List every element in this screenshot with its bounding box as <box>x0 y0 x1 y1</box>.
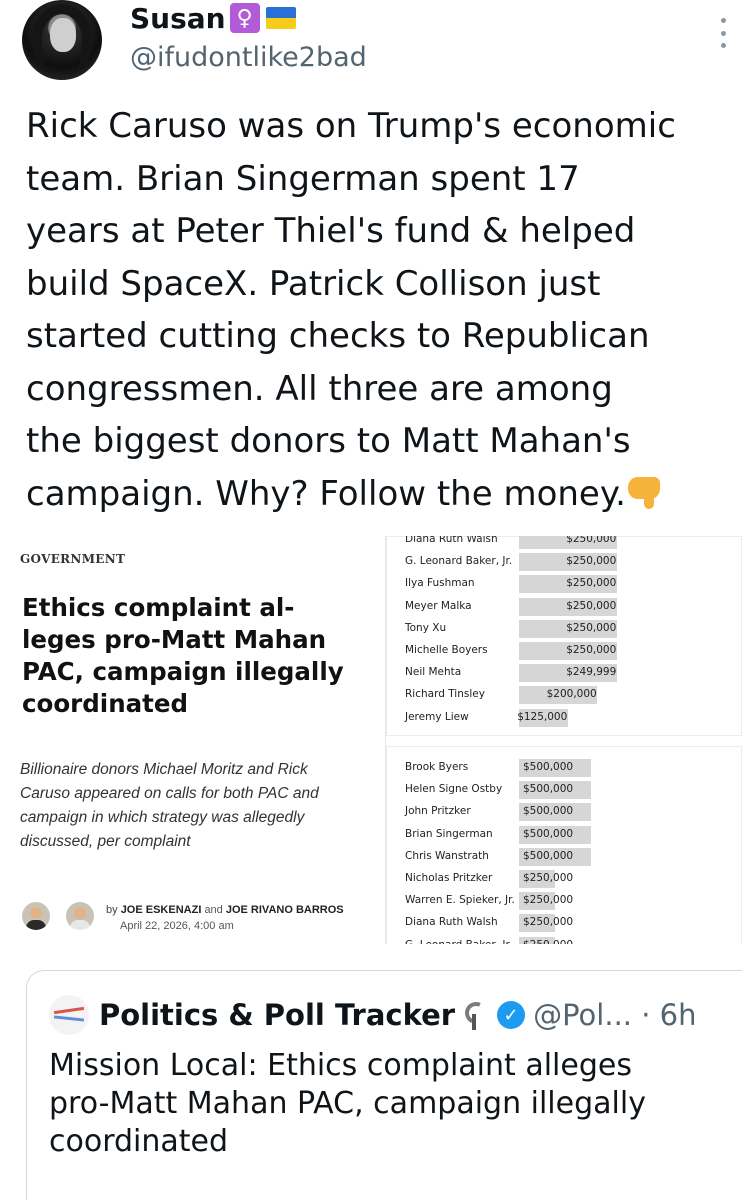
quoted-handle-time: @Pol... · 6h <box>533 998 697 1032</box>
donor-row: Tony Xu $250,000 <box>405 618 725 640</box>
donor-name: Chris Wanstrath <box>405 849 489 862</box>
donor-row: Jeremy Liew $125,000 <box>405 707 725 729</box>
author-name-row: Susan ♀ <box>130 0 296 36</box>
donor-name: Helen Signe Ostby <box>405 783 503 796</box>
donor-name: Richard Tinsley <box>405 688 485 701</box>
donor-row: Diana Ruth Walsh $250,000 <box>405 912 725 934</box>
donor-name: Tony Xu <box>405 621 447 634</box>
article-headline: Ethics complaint al- leges pro-Matt Maha… <box>22 593 344 718</box>
tweet-header: Susan ♀ @ifudontlike2bad <box>0 0 742 90</box>
more-options-icon[interactable] <box>718 18 728 48</box>
donor-row: Richard Tinsley $200,000 <box>405 684 725 706</box>
donor-name: Brook Byers <box>405 761 469 773</box>
quoted-avatar <box>49 995 89 1035</box>
article-subhead: Billionaire donors Michael Moritz and Ri… <box>20 761 319 850</box>
donor-amount: $200,000 <box>546 688 597 701</box>
quoted-tweet[interactable]: Politics & Poll Tracker ✓ @Pol... · 6h M… <box>26 970 742 1200</box>
donor-row: Ilya Fushman $250,000 <box>405 573 725 595</box>
donor-row: G. Leonard Baker, Jr. $250,000 <box>405 935 725 944</box>
donor-amount: $500,000 <box>523 849 574 862</box>
donor-name: Warren E. Spieker, Jr. <box>405 894 515 907</box>
pointing-down-hand-icon <box>626 473 666 509</box>
author-handle[interactable]: @ifudontlike2bad <box>130 42 367 73</box>
donor-row: Michelle Boyers $250,000 <box>405 640 725 662</box>
donor-name: John Pritzker <box>405 805 471 818</box>
quoted-tweet-text: Mission Local: Ethics complaint alleges … <box>49 1048 646 1159</box>
donor-row: Neil Mehta $249,999 <box>405 662 725 684</box>
donor-row: Helen Signe Ostby $500,000 <box>405 779 725 801</box>
donor-amount: $500,000 <box>523 761 574 773</box>
article-byline: by JOE ESKENAZI and JOE RIVANO BARROS <box>106 904 344 916</box>
donor-name: Michelle Boyers <box>405 644 488 656</box>
donor-amount: $250,000 <box>523 872 574 884</box>
donor-name: Neil Mehta <box>405 666 462 679</box>
verified-badge-icon: ✓ <box>497 1001 526 1029</box>
byline-area: by JOE ESKENAZI and JOE RIVANO BARROS Ap… <box>22 898 386 938</box>
donor-amount: $250,000 <box>523 894 574 907</box>
ukraine-flag-icon <box>265 7 296 29</box>
article-card: GOVERNMENT Ethics complaint al- leges pr… <box>20 536 386 944</box>
donor-row: Chris Wanstrath $500,000 <box>405 846 725 868</box>
donor-amount: $249,999 <box>566 666 617 679</box>
donor-amount: $125,000 <box>517 710 568 723</box>
donor-name: Diana Ruth Walsh <box>405 536 498 545</box>
donor-amount: $250,000 <box>566 536 617 545</box>
donor-amount: $500,000 <box>523 827 574 840</box>
donor-name: G. Leonard Baker, Jr. <box>405 939 512 944</box>
donor-row: Meyer Malka $250,000 <box>405 596 725 618</box>
donor-amount: $250,000 <box>566 555 617 568</box>
tweet-media[interactable]: GOVERNMENT Ethics complaint al- leges pr… <box>20 536 742 944</box>
article-date: April 22, 2026, 4:00 am <box>120 920 234 932</box>
tweet-text: Rick Caruso was on Trump's economic team… <box>26 100 731 520</box>
donor-amount: $250,000 <box>566 621 617 634</box>
donor-row: G. Leonard Baker, Jr. $250,000 <box>405 551 725 573</box>
donor-name: Brian Singerman <box>405 827 493 840</box>
donor-amount: $500,000 <box>523 805 574 818</box>
donor-row: John Pritzker $500,000 <box>405 801 725 823</box>
donor-table-top: Diana Ruth Walsh $250,000 G. Leonard Baker… <box>386 536 742 736</box>
donor-name: Nicholas Pritzker <box>405 872 493 884</box>
donor-row: Brook Byers $500,000 <box>405 757 725 779</box>
female-sign-icon: ♀ <box>229 3 260 33</box>
donor-name: Jeremy Liew <box>405 710 469 723</box>
article-section: GOVERNMENT <box>20 552 126 566</box>
tweet-body: Rick Caruso was on Trump's economic team… <box>26 106 676 514</box>
donor-table-bottom: Brook Byers $500,000 Helen Signe Ostby $500… <box>386 746 742 944</box>
donor-row: Warren E. Spieker, Jr. $250,000 <box>405 890 725 912</box>
satellite-dish-icon <box>461 998 491 1030</box>
author-avatar-1 <box>22 902 50 930</box>
donor-amount: $250,000 <box>566 644 617 656</box>
quoted-tweet-header: Politics & Poll Tracker ✓ @Pol... · 6h <box>49 995 697 1035</box>
donor-name: Meyer Malka <box>405 599 472 612</box>
author-name[interactable]: Susan <box>130 2 226 35</box>
avatar[interactable] <box>22 0 102 80</box>
quoted-author-name: Politics & Poll Tracker <box>99 998 456 1032</box>
donor-name: G. Leonard Baker, Jr. <box>405 555 513 568</box>
donor-amount: $500,000 <box>523 783 574 796</box>
donor-amount: $250,000 <box>523 916 574 929</box>
donor-amount: $250,000 <box>566 599 617 612</box>
donor-name: Diana Ruth Walsh <box>405 916 498 929</box>
donor-name: Ilya Fushman <box>405 577 475 590</box>
donor-row: Brian Singerman $500,000 <box>405 824 725 846</box>
donor-row: Diana Ruth Walsh $250,000 <box>405 536 725 551</box>
author-avatar-2 <box>66 902 94 930</box>
donor-amount: $250,000 <box>523 939 573 944</box>
donor-amount: $250,000 <box>566 577 617 590</box>
donor-row: Nicholas Pritzker $250,000 <box>405 868 725 890</box>
